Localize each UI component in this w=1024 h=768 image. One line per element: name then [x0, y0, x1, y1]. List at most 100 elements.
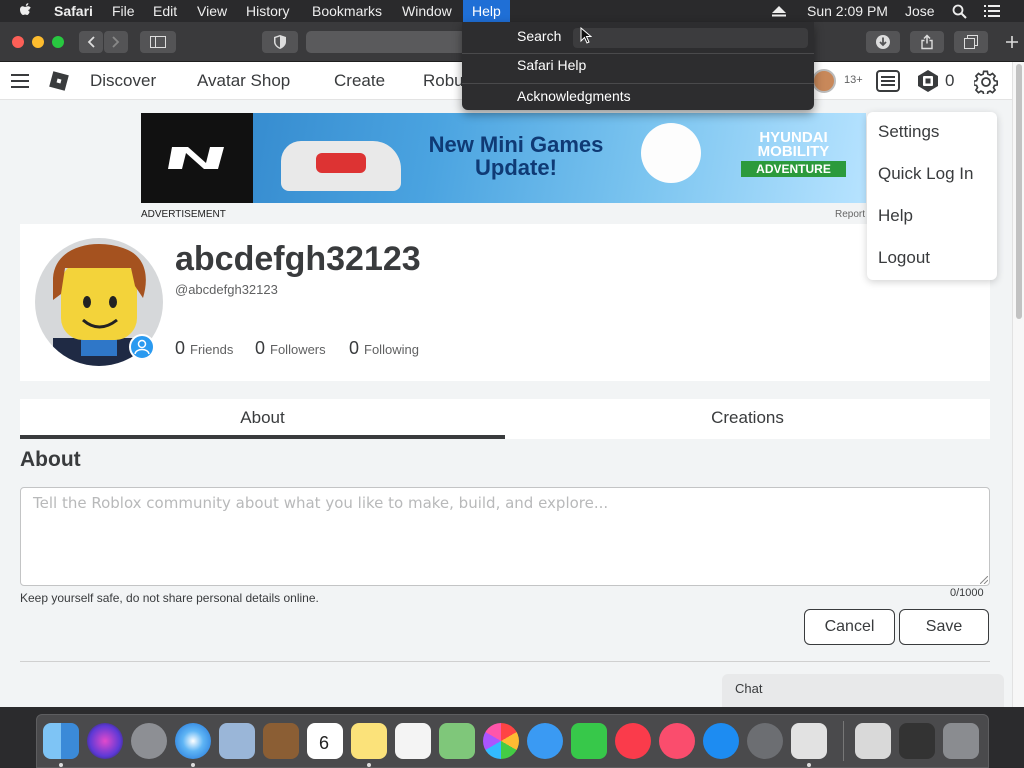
minimize-window-button[interactable]	[32, 36, 44, 48]
menu-help[interactable]: Help	[463, 0, 510, 22]
advertisement-banner[interactable]: New Mini Games Update! HYUNDAI MOBILITY …	[141, 113, 866, 203]
new-tab-icon[interactable]	[1005, 35, 1019, 49]
tab-about[interactable]: About	[20, 399, 505, 439]
ad-brand-line2: MOBILITY	[757, 143, 830, 160]
safari-icon[interactable]	[175, 723, 211, 759]
notes-icon[interactable]	[351, 723, 387, 759]
advertisement-label: ADVERTISEMENT	[141, 209, 226, 220]
notification-center-icon[interactable]	[984, 5, 1000, 17]
user-avatar-thumbnail[interactable]	[812, 69, 836, 93]
reminders-icon[interactable]	[395, 723, 431, 759]
hamburger-menu-icon[interactable]	[11, 74, 29, 88]
character-counter: 0/1000	[950, 587, 984, 599]
following-label: Following	[364, 342, 419, 357]
page-scrollbar[interactable]	[1012, 62, 1024, 707]
menu-edit[interactable]: Edit	[153, 0, 177, 22]
sidebar-icon	[150, 36, 166, 48]
robux-balance[interactable]: 0	[945, 71, 954, 91]
menu-user[interactable]: Jose	[905, 0, 935, 22]
about-heading: About	[20, 448, 81, 471]
about-textarea[interactable]: Tell the Roblox community about what you…	[20, 487, 990, 586]
back-button[interactable]	[79, 31, 103, 53]
menu-window[interactable]: Window	[402, 0, 452, 22]
system-preferences-icon[interactable]	[747, 723, 783, 759]
report-ad-link[interactable]: Report	[835, 209, 865, 220]
eject-icon[interactable]	[772, 6, 786, 17]
dock-divider	[843, 721, 844, 761]
nav-robux[interactable]: Robu	[423, 71, 464, 91]
tab-overview-button[interactable]	[954, 31, 988, 53]
share-button[interactable]	[910, 31, 944, 53]
save-button[interactable]: Save	[899, 609, 989, 645]
apple-icon[interactable]	[19, 2, 33, 18]
followers-stat[interactable]: 0 Followers	[255, 338, 326, 359]
following-stat[interactable]: 0 Following	[349, 338, 419, 359]
help-dropdown-menu: Search Safari Help Acknowledgments	[462, 22, 814, 110]
trash-icon[interactable]	[943, 723, 979, 759]
calendar-icon[interactable]: 6	[307, 723, 343, 759]
profile-tabs: About Creations	[20, 399, 990, 439]
settings-gear-icon[interactable]	[974, 70, 998, 94]
app-store-icon[interactable]	[703, 723, 739, 759]
tab-creations[interactable]: Creations	[505, 399, 990, 439]
launchpad-icon[interactable]	[131, 723, 167, 759]
document-icon[interactable]	[855, 723, 891, 759]
downloads-stack-icon[interactable]	[899, 723, 935, 759]
photos-icon[interactable]	[483, 723, 519, 759]
facetime-icon[interactable]	[571, 723, 607, 759]
zoom-window-button[interactable]	[52, 36, 64, 48]
siri-icon[interactable]	[87, 723, 123, 759]
robux-icon[interactable]	[916, 69, 940, 93]
chat-widget[interactable]: Chat	[722, 674, 1004, 707]
roblox-logo-icon[interactable]	[48, 70, 70, 92]
safari-help-item[interactable]: Safari Help	[517, 57, 586, 73]
menu-bookmarks[interactable]: Bookmarks	[312, 0, 382, 22]
mail-icon[interactable]	[219, 723, 255, 759]
help-search-field[interactable]	[573, 28, 808, 48]
settings-dropdown: Settings Quick Log In Help Logout	[867, 112, 997, 280]
downloads-button[interactable]	[866, 31, 900, 53]
nav-avatar-shop[interactable]: Avatar Shop	[197, 71, 290, 91]
cancel-button[interactable]: Cancel	[804, 609, 895, 645]
mouse-cursor-icon	[580, 27, 592, 44]
help-menu-item[interactable]: Help	[878, 206, 913, 226]
scrollbar-thumb[interactable]	[1016, 64, 1022, 319]
acknowledgments-item[interactable]: Acknowledgments	[517, 88, 631, 104]
robot-character-image	[641, 123, 701, 183]
messages-icon[interactable]	[527, 723, 563, 759]
quick-log-in-menu-item[interactable]: Quick Log In	[878, 164, 973, 184]
nav-discover[interactable]: Discover	[90, 71, 156, 91]
menu-app-name[interactable]: Safari	[54, 0, 93, 22]
shield-icon	[274, 35, 286, 49]
privacy-report-button[interactable]	[262, 31, 298, 53]
friends-count: 0	[175, 338, 186, 358]
nav-create[interactable]: Create	[334, 71, 385, 91]
settings-menu-item[interactable]: Settings	[878, 122, 939, 142]
friends-stat[interactable]: 0 Friends	[175, 338, 233, 359]
resize-handle-icon[interactable]	[980, 576, 988, 584]
finder-icon[interactable]	[43, 723, 79, 759]
close-window-button[interactable]	[12, 36, 24, 48]
ad-headline-line2: Update!	[475, 155, 557, 180]
contacts-icon[interactable]	[263, 723, 299, 759]
menu-view[interactable]: View	[197, 0, 227, 22]
running-indicator	[59, 763, 63, 767]
menu-file[interactable]: File	[112, 0, 135, 22]
music-icon[interactable]	[659, 723, 695, 759]
sidebar-toggle-button[interactable]	[140, 31, 176, 53]
news-icon[interactable]	[615, 723, 651, 759]
hyundai-n-logo	[141, 113, 253, 203]
menu-history[interactable]: History	[246, 0, 290, 22]
spotlight-search-icon[interactable]	[952, 4, 967, 19]
address-bar[interactable]	[306, 31, 466, 53]
catalog-list-icon[interactable]	[876, 70, 900, 92]
dock: 6	[36, 714, 989, 768]
roblox-app-icon[interactable]	[791, 723, 827, 759]
logout-menu-item[interactable]: Logout	[878, 248, 930, 268]
maps-icon[interactable]	[439, 723, 475, 759]
menu-clock[interactable]: Sun 2:09 PM	[807, 0, 888, 22]
ad-brand: HYUNDAI MOBILITY ADVENTURE	[741, 130, 846, 177]
forward-button[interactable]	[104, 31, 128, 53]
rally-car-decal	[316, 153, 366, 173]
ad-headline: New Mini Games Update!	[416, 133, 616, 179]
